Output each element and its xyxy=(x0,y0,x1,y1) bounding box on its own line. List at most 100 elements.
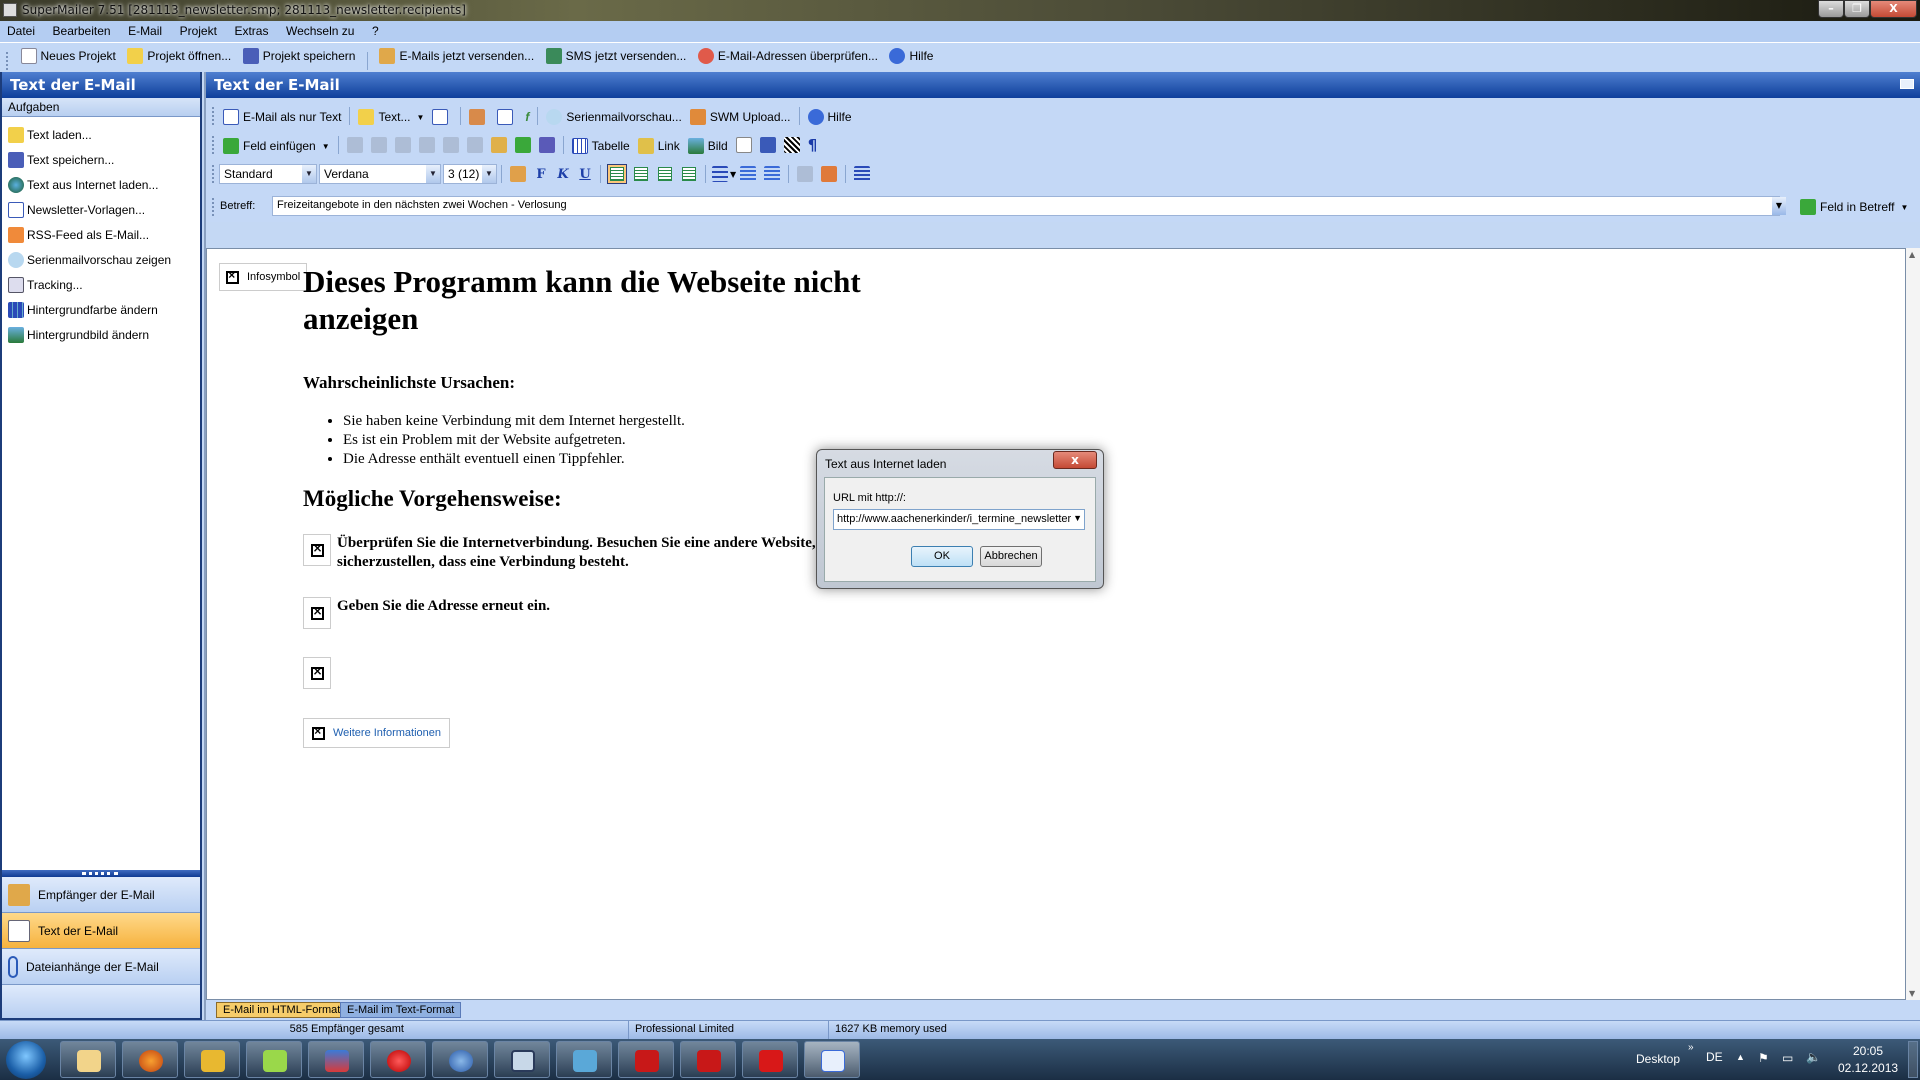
undo-icon[interactable] xyxy=(442,137,459,153)
nav-splitter[interactable] xyxy=(2,870,200,877)
menu-wechseln[interactable]: Wechseln zu xyxy=(279,21,361,38)
network-icon[interactable]: ▭ xyxy=(1782,1051,1793,1065)
taskbar-avira[interactable] xyxy=(742,1041,798,1078)
image-button[interactable]: Bild xyxy=(684,135,732,157)
html-editor-document[interactable]: Infosymbol Dieses Programm kann die Webs… xyxy=(206,248,1906,1000)
plain-text-button[interactable]: E-Mail als nur Text xyxy=(219,106,345,128)
paragraph-marks-icon[interactable]: ¶ xyxy=(808,136,818,154)
chevron-down-icon[interactable]: ▼ xyxy=(1073,513,1082,523)
field-in-subject-button[interactable]: Feld in Betreff ▼ xyxy=(1796,196,1912,218)
like-icon[interactable] xyxy=(735,137,752,153)
editor-help-button[interactable]: Hilfe xyxy=(804,106,856,128)
task-mail-preview[interactable]: Serienmailvorschau zeigen xyxy=(2,247,200,272)
copy-icon[interactable] xyxy=(370,137,387,153)
align-justify-button[interactable] xyxy=(679,164,699,184)
paragraph-style-select[interactable]: Standard ▼ xyxy=(219,164,317,184)
panel-restore-icon[interactable] xyxy=(1900,79,1914,89)
task-background-color[interactable]: Hintergrundfarbe ändern xyxy=(2,297,200,322)
toolbar-grip[interactable] xyxy=(212,198,215,216)
dialog-close-button[interactable]: x xyxy=(1053,451,1097,469)
subject-dropdown-button[interactable]: ▼ xyxy=(1772,197,1786,215)
menu-email[interactable]: E-Mail xyxy=(121,21,169,38)
pencil-icon[interactable] xyxy=(797,166,814,182)
find-icon[interactable] xyxy=(490,137,507,153)
language-indicator[interactable]: DE xyxy=(1706,1050,1723,1064)
clock-time[interactable]: 20:05 xyxy=(1853,1044,1883,1058)
open-project-button[interactable]: Projekt öffnen... xyxy=(123,45,235,67)
new-project-button[interactable]: Neues Projekt xyxy=(17,45,120,67)
align-left-button[interactable] xyxy=(607,164,627,184)
desktop-toolbar[interactable]: Desktop xyxy=(1636,1052,1680,1066)
taskbar-virtualbox[interactable] xyxy=(494,1041,550,1078)
paste-icon[interactable] xyxy=(394,137,411,153)
task-load-text[interactable]: Text laden... xyxy=(2,122,200,147)
toolbar-overflow-icon[interactable]: » xyxy=(1688,1042,1694,1053)
taskbar-thunderbird[interactable] xyxy=(432,1041,488,1078)
taskbar-opera[interactable] xyxy=(370,1041,426,1078)
close-button[interactable]: X xyxy=(1870,0,1917,18)
scroll-down-icon[interactable]: ▼ xyxy=(1909,989,1915,998)
font-family-select[interactable]: Verdana ▼ xyxy=(319,164,441,184)
more-info-link[interactable]: Weitere Informationen xyxy=(303,718,451,748)
horizontal-rule-icon[interactable] xyxy=(854,166,871,182)
facebook-icon[interactable] xyxy=(759,137,776,153)
cancel-button[interactable]: Abbrechen xyxy=(980,546,1042,567)
task-tracking[interactable]: Tracking... xyxy=(2,272,200,297)
align-right-button[interactable] xyxy=(655,164,675,184)
tab-text-format[interactable]: E-Mail im Text-Format xyxy=(340,1002,462,1018)
cut-icon[interactable] xyxy=(346,137,363,153)
maximize-button[interactable]: ❐ xyxy=(1844,0,1870,18)
taskbar-explorer[interactable] xyxy=(60,1041,116,1078)
text-menu-button[interactable]: Text... ▼ xyxy=(354,106,428,128)
taskbar-firefox[interactable] xyxy=(122,1041,178,1078)
help-button[interactable]: Hilfe xyxy=(885,45,937,67)
indent-icon[interactable] xyxy=(764,166,781,182)
clock-date[interactable]: 02.12.2013 xyxy=(1838,1061,1898,1075)
insert-field-button[interactable]: Feld einfügen ▼ xyxy=(219,135,334,157)
send-emails-button[interactable]: E-Mails jetzt versenden... xyxy=(375,45,538,67)
menu-help[interactable]: ? xyxy=(365,21,386,38)
toolbar-grip[interactable] xyxy=(6,52,9,70)
nav-attachments[interactable]: Dateianhänge der E-Mail xyxy=(2,949,200,985)
outdent-icon[interactable] xyxy=(740,166,757,182)
task-rss-feed[interactable]: RSS-Feed als E-Mail... xyxy=(2,222,200,247)
task-background-image[interactable]: Hintergrundbild ändern xyxy=(2,322,200,347)
link-button[interactable]: Link xyxy=(634,135,684,157)
menu-bearbeiten[interactable]: Bearbeiten xyxy=(46,21,118,38)
chevron-down-icon[interactable]: ▼ xyxy=(730,170,736,179)
spellcheck-icon[interactable] xyxy=(514,137,531,153)
menu-projekt[interactable]: Projekt xyxy=(173,21,224,38)
show-desktop-button[interactable] xyxy=(1908,1041,1918,1078)
link-check-icon[interactable] xyxy=(538,137,555,153)
scroll-up-icon[interactable]: ▲ xyxy=(1909,250,1915,259)
toolbar-grip[interactable] xyxy=(212,136,215,154)
template-button[interactable] xyxy=(428,106,456,128)
menu-datei[interactable]: Datei xyxy=(0,21,42,38)
task-save-text[interactable]: Text speichern... xyxy=(2,147,200,172)
mail-preview-button[interactable]: Serienmailvorschau... xyxy=(542,106,685,128)
volume-icon[interactable]: 🔈 xyxy=(1806,1050,1821,1064)
font-size-select[interactable]: 3 (12) ▼ xyxy=(443,164,497,184)
action-center-flag-icon[interactable]: ⚑ xyxy=(1758,1051,1769,1065)
document-scrollbar[interactable]: ▲ ▼ xyxy=(1906,248,1920,1000)
taskbar-notepad[interactable] xyxy=(246,1041,302,1078)
align-center-button[interactable] xyxy=(631,164,651,184)
taskbar-security[interactable] xyxy=(184,1041,240,1078)
menu-extras[interactable]: Extras xyxy=(227,21,275,38)
underline-button[interactable]: U xyxy=(574,163,596,185)
delete-icon[interactable] xyxy=(418,137,435,153)
start-button[interactable] xyxy=(6,1041,46,1079)
task-load-from-internet[interactable]: Text aus Internet laden... xyxy=(2,172,200,197)
taskbar-inkscape[interactable] xyxy=(556,1041,612,1078)
redo-icon[interactable] xyxy=(466,137,483,153)
show-hidden-icons[interactable]: ▲ xyxy=(1736,1052,1745,1062)
toolbar-grip[interactable] xyxy=(212,165,215,183)
table-button[interactable]: Tabelle xyxy=(568,135,634,157)
taskbar-sync[interactable] xyxy=(308,1041,364,1078)
ok-button[interactable]: OK xyxy=(911,546,973,567)
bullet-list-icon[interactable] xyxy=(712,166,728,182)
font-color-icon[interactable] xyxy=(510,166,526,182)
tab-html-format[interactable]: E-Mail im HTML-Format xyxy=(216,1002,348,1018)
swm-upload-button[interactable]: SWM Upload... xyxy=(686,106,795,128)
formula-button[interactable]: f xyxy=(521,106,533,128)
